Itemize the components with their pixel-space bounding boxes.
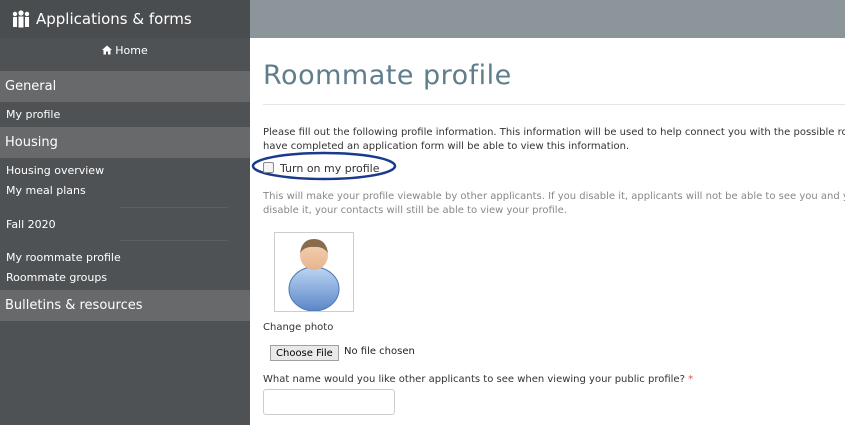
app-brand[interactable]: Applications & forms bbox=[0, 0, 250, 38]
profile-checkbox[interactable] bbox=[263, 162, 274, 173]
home-icon bbox=[102, 45, 113, 58]
sidebar-item-my-profile[interactable]: My profile bbox=[6, 108, 60, 121]
public-name-question: What name would you like other applicant… bbox=[263, 374, 685, 385]
sidebar: Home General My profile Housing Housing … bbox=[0, 38, 250, 425]
sidebar-section-housing[interactable]: Housing bbox=[0, 127, 250, 158]
sidebar-section-general[interactable]: General bbox=[0, 71, 250, 102]
app-title: Applications & forms bbox=[36, 10, 192, 28]
profile-checkbox-label: Turn on my profile bbox=[280, 162, 380, 175]
profile-toggle[interactable]: Turn on my profile bbox=[263, 162, 379, 175]
sidebar-divider bbox=[120, 240, 228, 241]
people-icon bbox=[11, 9, 31, 29]
avatar-icon bbox=[288, 239, 340, 312]
public-name-input[interactable] bbox=[263, 389, 395, 415]
sidebar-item-my-roommate-profile[interactable]: My roommate profile bbox=[6, 251, 121, 264]
file-status: No file chosen bbox=[344, 346, 415, 357]
sidebar-item-fall-2020[interactable]: Fall 2020 bbox=[6, 218, 56, 231]
home-label: Home bbox=[115, 44, 148, 57]
help-text: This will make your profile viewable by … bbox=[263, 190, 845, 218]
sidebar-section-bulletins[interactable]: Bulletins & resources bbox=[0, 290, 250, 321]
page-title: Roommate profile bbox=[263, 60, 512, 91]
home-link[interactable]: Home bbox=[0, 44, 250, 58]
choose-file-button[interactable]: Choose File bbox=[270, 345, 339, 361]
title-divider bbox=[263, 104, 845, 105]
main-content: Roommate profile Please fill out the fol… bbox=[250, 38, 845, 425]
required-marker: * bbox=[688, 374, 694, 385]
profile-photo bbox=[274, 232, 354, 312]
help-line: disable it, your contacts will still be … bbox=[263, 205, 567, 216]
sidebar-divider bbox=[120, 207, 228, 208]
intro-line: Please fill out the following profile in… bbox=[263, 127, 845, 138]
sidebar-item-my-meal-plans[interactable]: My meal plans bbox=[6, 184, 86, 197]
public-name-label: What name would you like other applicant… bbox=[263, 374, 693, 385]
sidebar-item-roommate-groups[interactable]: Roommate groups bbox=[6, 271, 107, 284]
change-photo-label: Change photo bbox=[263, 322, 334, 333]
sidebar-item-housing-overview[interactable]: Housing overview bbox=[6, 164, 104, 177]
help-line: This will make your profile viewable by … bbox=[263, 191, 845, 202]
